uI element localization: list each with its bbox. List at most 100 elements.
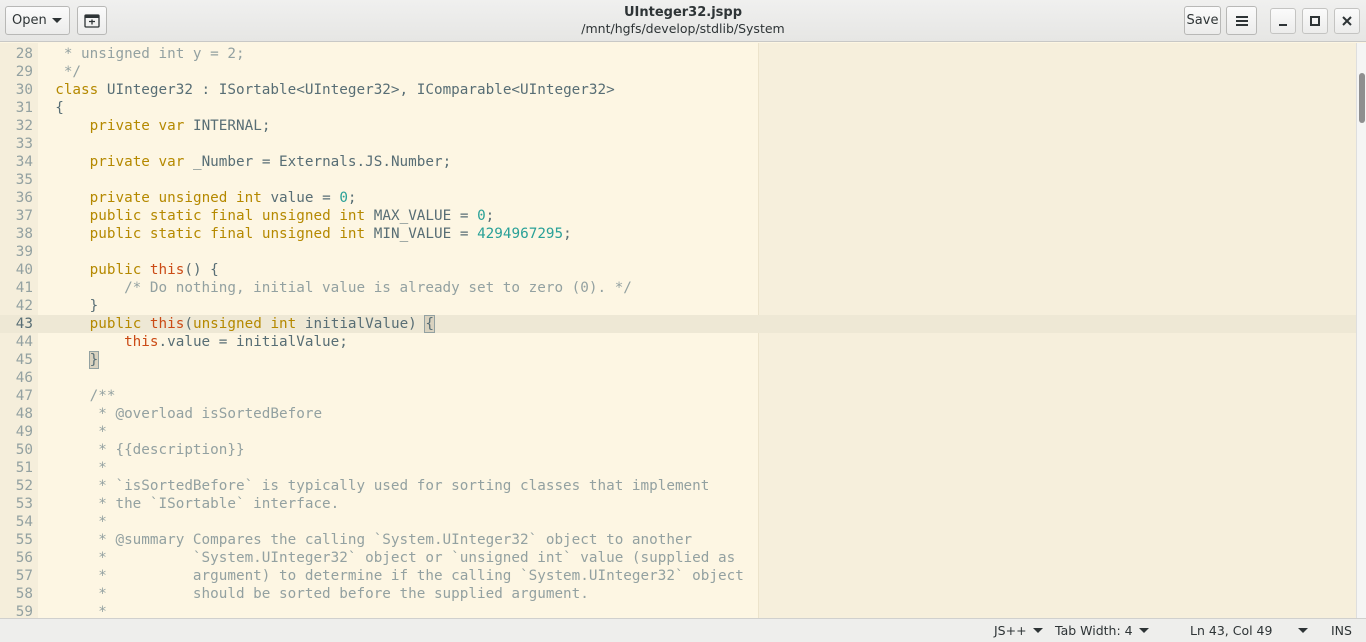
current-line[interactable]: 43 public this(unsigned int initialValue…	[0, 315, 1356, 333]
window-title: UInteger32.jspp	[623, 5, 743, 20]
code-text: *	[38, 604, 107, 618]
code-line[interactable]: 50 * {{description}}	[0, 441, 1356, 459]
line-number: 40	[15, 262, 33, 278]
code-text: */	[38, 64, 82, 80]
line-number: 36	[15, 190, 33, 206]
vertical-scrollbar[interactable]	[1356, 43, 1366, 618]
chevron-down-icon	[1138, 628, 1149, 633]
code-text: *	[38, 424, 107, 440]
code-text: * @summary Compares the calling `System.…	[38, 532, 693, 548]
code-text: }	[38, 298, 99, 314]
code-line[interactable]: 39	[0, 243, 1356, 261]
language-label: JS++	[994, 623, 1027, 638]
code-text: /**	[38, 388, 116, 404]
code-line[interactable]: 40 public this() {	[0, 261, 1356, 279]
code-line[interactable]: 32 private var INTERNAL;	[0, 117, 1356, 135]
window-subtitle: /mnt/hgfs/develop/stdlib/System	[581, 21, 785, 36]
line-number: 57	[15, 568, 33, 584]
chevron-down-icon	[1032, 628, 1043, 633]
line-number: 56	[15, 550, 33, 566]
line-number: 35	[15, 172, 33, 188]
line-number: 43	[15, 316, 33, 332]
code-line[interactable]: 41 /* Do nothing, initial value is alrea…	[0, 279, 1356, 297]
language-selector[interactable]: JS++	[994, 623, 1043, 638]
window-title-area: UInteger32.jspp /mnt/hgfs/develop/stdlib…	[400, 5, 966, 37]
line-number: 53	[15, 496, 33, 512]
code-line[interactable]: 36 private unsigned int value = 0;	[0, 189, 1356, 207]
minimize-button[interactable]	[1270, 8, 1296, 34]
line-number: 38	[15, 226, 33, 242]
code-line[interactable]: 47 /**	[0, 387, 1356, 405]
code-line[interactable]: 52 * `isSortedBefore` is typically used …	[0, 477, 1356, 495]
code-line[interactable]: 53 * the `ISortable` interface.	[0, 495, 1356, 513]
code-text: * unsigned int y = 2;	[38, 46, 245, 62]
open-button-label: Open	[12, 13, 47, 28]
code-line[interactable]: 59 *	[0, 603, 1356, 618]
code-text: /* Do nothing, initial value is already …	[38, 280, 632, 296]
code-text: {	[38, 100, 64, 116]
new-document-button[interactable]	[77, 6, 107, 35]
line-number: 31	[15, 100, 33, 116]
insert-mode-indicator[interactable]: INS	[1331, 623, 1352, 638]
cursor-position: Ln 43, Col 49	[1190, 623, 1272, 638]
code-line[interactable]: 49 *	[0, 423, 1356, 441]
line-number: 42	[15, 298, 33, 314]
code-line[interactable]: 55 * @summary Compares the calling `Syst…	[0, 531, 1356, 549]
line-number: 34	[15, 154, 33, 170]
save-button[interactable]: Save	[1184, 6, 1221, 35]
code-line[interactable]: 57 * argument) to determine if the calli…	[0, 567, 1356, 585]
code-line[interactable]: 44 this.value = initialValue;	[0, 333, 1356, 351]
code-text: this.value = initialValue;	[124, 334, 348, 350]
menu-button[interactable]	[1226, 6, 1257, 35]
line-number: 30	[15, 82, 33, 98]
line-number: 50	[15, 442, 33, 458]
tab-width-selector[interactable]: Tab Width: 4	[1055, 623, 1149, 638]
code-line[interactable]: 35	[0, 171, 1356, 189]
code-line[interactable]: 38 public static final unsigned int MIN_…	[0, 225, 1356, 243]
code-text: * @overload isSortedBefore	[38, 406, 323, 422]
code-line[interactable]: 54 *	[0, 513, 1356, 531]
line-number: 45	[15, 352, 33, 368]
code-text: public this(unsigned int initialValue) {	[89, 315, 435, 333]
line-number: 48	[15, 406, 33, 422]
maximize-button[interactable]	[1302, 8, 1328, 34]
line-number: 28	[15, 46, 33, 62]
code-line[interactable]: 28 * unsigned int y = 2;	[0, 45, 1356, 63]
code-text: * the `ISortable` interface.	[38, 496, 340, 512]
header-bar: Open UInteger32.jspp /mnt/hgfs/develop/s…	[0, 0, 1366, 42]
code-text: * {{description}}	[38, 442, 245, 458]
line-number: 41	[15, 280, 33, 296]
code-line[interactable]: 45 }	[0, 351, 1356, 369]
code-line[interactable]: 33	[0, 135, 1356, 153]
code-editor[interactable]: 28 * unsigned int y = 2; 29 */30 class UI…	[0, 43, 1356, 618]
code-text: * `isSortedBefore` is typically used for…	[38, 478, 710, 494]
code-line[interactable]: 34 private var _Number = Externals.JS.Nu…	[0, 153, 1356, 171]
code-line[interactable]: 37 public static final unsigned int MAX_…	[0, 207, 1356, 225]
goto-line-button[interactable]	[1292, 623, 1308, 638]
close-button[interactable]	[1334, 8, 1360, 34]
code-line[interactable]: 42 }	[0, 297, 1356, 315]
code-text: private unsigned int value = 0;	[89, 190, 357, 206]
line-number: 44	[15, 334, 33, 350]
code-text: * should be sorted before the supplied a…	[38, 586, 589, 602]
open-button[interactable]: Open	[5, 6, 70, 35]
code-line[interactable]: 31 {	[0, 99, 1356, 117]
chevron-down-icon	[1298, 628, 1308, 633]
code-text: * `System.UInteger32` object or `unsigne…	[38, 550, 736, 566]
code-line[interactable]: 51 *	[0, 459, 1356, 477]
code-line[interactable]: 48 * @overload isSortedBefore	[0, 405, 1356, 423]
code-text: class UInteger32 : ISortable<UInteger32>…	[55, 82, 615, 98]
code-text: public static final unsigned int MIN_VAL…	[89, 226, 572, 242]
code-text: public static final unsigned int MAX_VAL…	[89, 208, 495, 224]
code-text: }	[88, 351, 100, 369]
code-line[interactable]: 46	[0, 369, 1356, 387]
close-icon	[1342, 16, 1352, 26]
scrollbar-thumb[interactable]	[1359, 73, 1365, 123]
line-number: 33	[15, 136, 33, 152]
code-line[interactable]: 30 class UInteger32 : ISortable<UInteger…	[0, 81, 1356, 99]
code-line[interactable]: 58 * should be sorted before the supplie…	[0, 585, 1356, 603]
code-line[interactable]: 29 */	[0, 63, 1356, 81]
code-line[interactable]: 56 * `System.UInteger32` object or `unsi…	[0, 549, 1356, 567]
code-text: private var _Number = Externals.JS.Numbe…	[89, 154, 452, 170]
cursor-position-label: Ln 43, Col 49	[1190, 623, 1273, 638]
